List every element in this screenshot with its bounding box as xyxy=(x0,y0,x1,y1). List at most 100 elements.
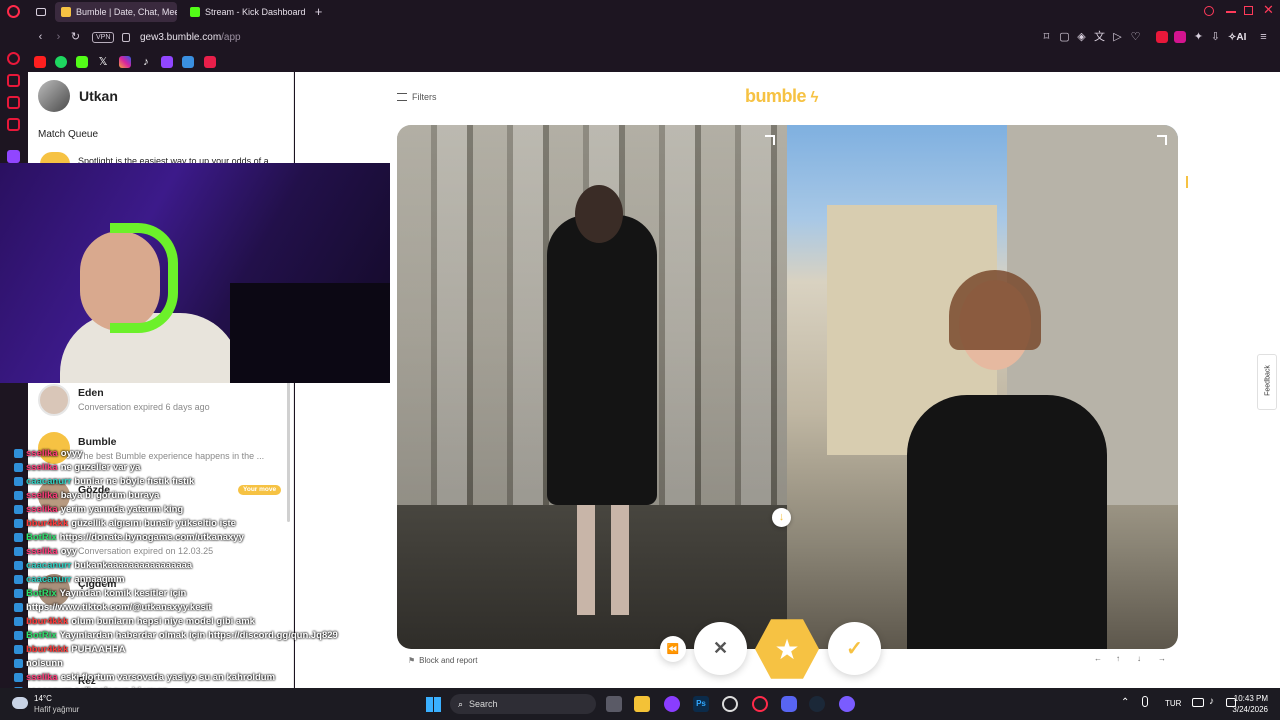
clock-time[interactable]: 10:43 PM xyxy=(1230,694,1268,703)
chat-badge-icon xyxy=(14,588,23,598)
start-icon[interactable] xyxy=(426,697,441,712)
task-view-icon[interactable] xyxy=(606,696,622,712)
expand-icon[interactable] xyxy=(765,135,775,145)
chat-text: nolsunn xyxy=(26,657,63,669)
bumble-logo: bumble ϟ xyxy=(745,86,819,108)
weather-desc[interactable]: Hafif yağmur xyxy=(34,705,79,714)
chat-badge-icon xyxy=(14,490,23,500)
chat-badge-icon xyxy=(14,630,23,640)
key-left-icon: ← xyxy=(1094,654,1102,663)
youtube-icon[interactable] xyxy=(34,56,46,68)
aria-ai-button[interactable]: ✧AI xyxy=(1228,31,1246,44)
filters-icon xyxy=(397,93,407,101)
reload-icon[interactable]: ↻ xyxy=(69,31,82,44)
twitch-icon[interactable] xyxy=(161,56,173,68)
microphone-icon[interactable] xyxy=(1142,696,1148,707)
profile-photo-1[interactable] xyxy=(397,125,787,649)
chat-username: BotRix xyxy=(26,531,57,543)
bookmark-icon[interactable]: ⌑ xyxy=(1040,31,1053,44)
app-purple-icon[interactable] xyxy=(664,696,680,712)
menu-icon[interactable]: ≡ xyxy=(1257,31,1270,44)
twitch-sidebar-icon[interactable] xyxy=(7,150,20,163)
like-button[interactable]: ✓ xyxy=(828,622,881,675)
workspaces-icon[interactable] xyxy=(36,8,46,16)
opera-logo-icon[interactable] xyxy=(7,5,20,18)
steam-icon[interactable] xyxy=(809,696,825,712)
weather-icon[interactable] xyxy=(12,697,28,709)
block-report-link[interactable]: ⚑ Block and report xyxy=(408,654,477,666)
chat-message: BotRix Yayınlardan haberdar olmak için ht… xyxy=(14,628,338,642)
new-tab-icon[interactable]: + xyxy=(312,5,325,18)
tiktok-icon[interactable]: ♪ xyxy=(140,56,152,68)
search-box[interactable]: ⌕ Search xyxy=(450,694,596,714)
snapshot-icon[interactable]: ▢ xyxy=(1058,31,1071,44)
chat-badge-icon xyxy=(14,672,23,682)
person-head xyxy=(575,185,623,243)
close-icon[interactable]: ✕ xyxy=(1263,3,1275,17)
discord-icon[interactable] xyxy=(781,696,797,712)
volume-icon[interactable]: ♪ xyxy=(1209,696,1214,707)
spotify-icon[interactable] xyxy=(55,56,67,68)
feedback-tab[interactable]: Feedback xyxy=(1257,354,1277,410)
aria-icon[interactable] xyxy=(7,52,20,65)
chat-badge-icon xyxy=(14,602,23,612)
url-field[interactable]: gew3.bumble.com/app xyxy=(140,31,241,45)
clock-date[interactable]: 3/24/2026 xyxy=(1226,705,1268,714)
avatar[interactable] xyxy=(38,80,70,112)
weather-temp[interactable]: 14°C xyxy=(34,694,52,703)
extension-1-icon[interactable] xyxy=(1174,31,1186,43)
pass-button[interactable]: ✕ xyxy=(694,622,747,675)
chat-message: caacanurr bunlar ne böyle fıstık fıstık xyxy=(14,474,194,488)
back-icon[interactable]: ‹ xyxy=(34,31,47,44)
heart-icon[interactable]: ♡ xyxy=(1129,31,1142,44)
chat-badge-icon xyxy=(14,658,23,668)
chat-text: güzellik algısını bunalr yükseltio işte xyxy=(71,517,236,529)
language-indicator[interactable]: TUR xyxy=(1165,699,1181,708)
forward-icon[interactable]: › xyxy=(52,31,65,44)
address-bar: ‹ › ↻ VPN gew3.bumble.com/app ⌑ ▢ ◈ 文 ▷ … xyxy=(0,24,1280,52)
adblock-icon[interactable] xyxy=(1156,31,1168,43)
obs-icon[interactable] xyxy=(722,696,738,712)
chat-text: Yayından komik kesitler için xyxy=(59,587,187,599)
kick-icon[interactable] xyxy=(76,56,88,68)
tab-kick[interactable]: Stream - Kick Dashboard xyxy=(184,2,306,22)
instagram-sidebar-icon[interactable] xyxy=(7,96,20,109)
profile-name[interactable]: Utkan xyxy=(79,88,118,104)
conversation-eden[interactable]: Eden Conversation expired 6 days ago xyxy=(38,384,278,420)
instagram-icon[interactable] xyxy=(119,56,131,68)
photoshop-icon[interactable]: Ps xyxy=(693,696,709,712)
display-icon[interactable] xyxy=(1192,698,1204,707)
x-icon[interactable]: 𝕏 xyxy=(97,56,109,68)
messenger-icon[interactable] xyxy=(7,74,20,87)
tab-bumble[interactable]: Bumble | Date, Chat, Meet xyxy=(55,2,177,22)
person-legs xyxy=(577,505,629,615)
minimize-icon[interactable] xyxy=(1226,11,1236,13)
filters-button[interactable]: Filters xyxy=(397,90,437,104)
bookmark-blue-icon[interactable] xyxy=(182,56,194,68)
vpn-badge[interactable]: VPN xyxy=(92,32,115,43)
chat-text: oyyy xyxy=(60,447,83,459)
file-explorer-icon[interactable] xyxy=(634,696,650,712)
shield-icon[interactable]: ◈ xyxy=(1075,31,1088,44)
play-icon[interactable]: ▷ xyxy=(1111,31,1124,44)
room-shadow xyxy=(230,283,390,383)
expand-icon[interactable] xyxy=(1157,135,1167,145)
backtrack-button[interactable]: ⏪ xyxy=(660,636,686,662)
downloads-icon[interactable]: ⇩ xyxy=(1209,31,1222,44)
tray-chevron-icon[interactable]: ⌃ xyxy=(1121,697,1129,708)
tab-label: Bumble | Date, Chat, Meet xyxy=(76,7,177,17)
bookmark-red-icon[interactable] xyxy=(204,56,216,68)
search-tabs-icon[interactable] xyxy=(1204,6,1214,16)
extensions-icon[interactable]: ✦ xyxy=(1192,31,1205,44)
opera-gx-icon[interactable] xyxy=(752,696,768,712)
mail-icon[interactable] xyxy=(7,118,20,131)
photo-scroll-button[interactable]: ↓ xyxy=(772,508,791,527)
chat-username: caacanurr xyxy=(26,559,72,571)
ai-label: AI xyxy=(1236,32,1247,43)
chat-message: bbur4kkk güzellik algısını bunalr yükselt… xyxy=(14,516,236,530)
profile-photo-2[interactable] xyxy=(787,125,1178,649)
chat-text: https://www.tiktok.com/@utkanaxyy.kesit xyxy=(26,601,212,613)
kick-app-icon[interactable] xyxy=(839,696,855,712)
translate-icon[interactable]: 文 xyxy=(1093,31,1106,44)
maximize-icon[interactable] xyxy=(1244,6,1253,15)
